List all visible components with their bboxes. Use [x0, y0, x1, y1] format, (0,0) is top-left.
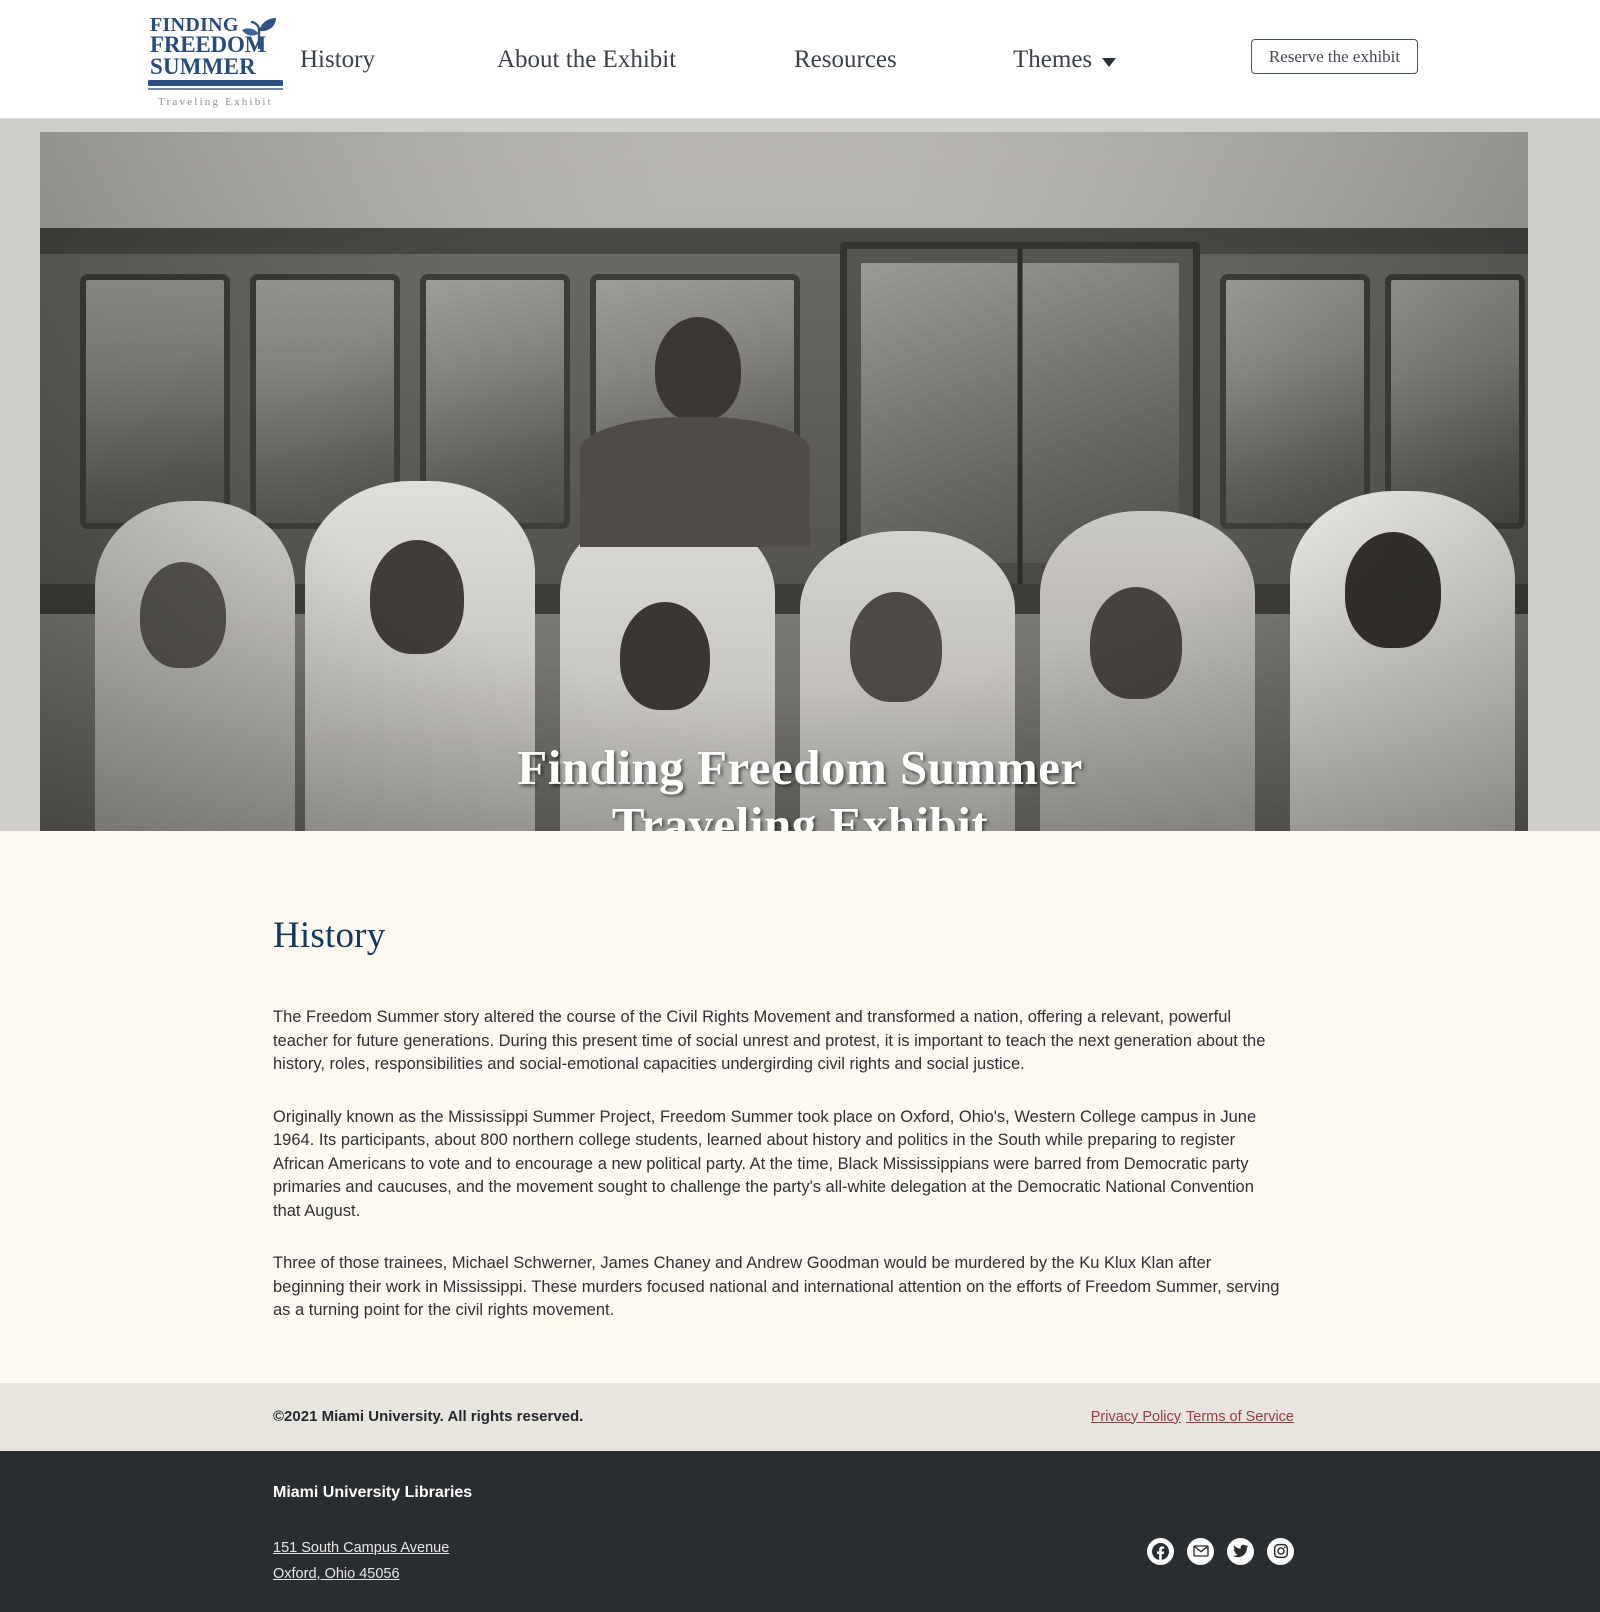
hero-section: Finding Freedom Summer Traveling Exhibit [0, 119, 1600, 831]
content-column: History The Freedom Summer story altered… [273, 914, 1293, 1323]
history-paragraph-3: Three of those trainees, Michael Schwern… [273, 1254, 1280, 1319]
social-links [1147, 1537, 1294, 1565]
nav-item-about-the-exhibit[interactable]: About the Exhibit [497, 46, 676, 74]
nav-item-history[interactable]: History [300, 46, 375, 74]
nav-slot-themes: Themes [1013, 46, 1173, 74]
nav-item-themes[interactable]: Themes [1013, 45, 1117, 74]
hero-image [40, 132, 1528, 831]
footer-org-name: Miami University Libraries [273, 1483, 473, 1501]
history-paragraph-1: The Freedom Summer story altered the cou… [273, 1008, 1266, 1073]
logo-line-3: SUMMER [150, 53, 256, 79]
twitter-icon[interactable] [1227, 1537, 1254, 1565]
footer-address-line-2[interactable]: Oxford, Ohio 45056 [273, 1561, 449, 1587]
nav-item-history-label: History [300, 45, 375, 73]
legal-links: Privacy Policy Terms of Service [1091, 1409, 1294, 1425]
nav-slot-resources: Resources [794, 46, 1013, 74]
logo-rule-thin [148, 87, 283, 90]
main-content: History The Freedom Summer story altered… [0, 831, 1600, 1383]
site-footer: Miami University Libraries 151 South Cam… [0, 1450, 1600, 1612]
hero-title-line-1: Finding Freedom Summer [517, 740, 1083, 795]
nav-item-about-the-exhibit-label: About the Exhibit [497, 45, 677, 73]
hero-photo-vignette [40, 132, 1528, 831]
site-header: FINDING FREEDOM SUMMER Traveling Exhibit… [0, 0, 1600, 119]
logo-wordmark: FINDING FREEDOM SUMMER [148, 15, 283, 79]
logo-rule [148, 79, 283, 86]
nav-item-resources-label: Resources [794, 45, 897, 73]
nav-slot-history: History [300, 46, 497, 74]
copyright-text: ©2021 Miami University. All rights reser… [273, 1408, 584, 1425]
footer-address-line-1[interactable]: 151 South Campus Avenue [273, 1535, 449, 1561]
sprout-icon [242, 18, 276, 50]
chevron-down-icon [1102, 57, 1117, 67]
page-title: History [273, 915, 386, 956]
site-logo[interactable]: FINDING FREEDOM SUMMER Traveling Exhibit [148, 15, 283, 108]
logo-subtitle: Traveling Exhibit [158, 95, 273, 108]
history-paragraph-2: Originally known as the Mississippi Summ… [273, 1107, 1257, 1220]
sub-footer: ©2021 Miami University. All rights reser… [0, 1382, 1600, 1451]
nav-item-resources[interactable]: Resources [794, 46, 897, 74]
nav-slot-about: About the Exhibit [497, 46, 794, 74]
nav-item-themes-label: Themes [1013, 45, 1093, 73]
primary-navigation: History About the Exhibit Resources Them… [300, 0, 1173, 119]
hero-title-line-2: Traveling Exhibit [611, 797, 989, 831]
email-icon[interactable] [1187, 1537, 1214, 1565]
terms-of-service-link[interactable]: Terms of Service [1186, 1409, 1294, 1425]
instagram-icon[interactable] [1267, 1537, 1294, 1565]
reserve-the-exhibit-button[interactable]: Reserve the exhibit [1251, 39, 1418, 74]
facebook-icon[interactable] [1147, 1537, 1174, 1565]
hero-title: Finding Freedom Summer Traveling Exhibit [0, 739, 1600, 831]
privacy-policy-link[interactable]: Privacy Policy [1091, 1409, 1181, 1425]
